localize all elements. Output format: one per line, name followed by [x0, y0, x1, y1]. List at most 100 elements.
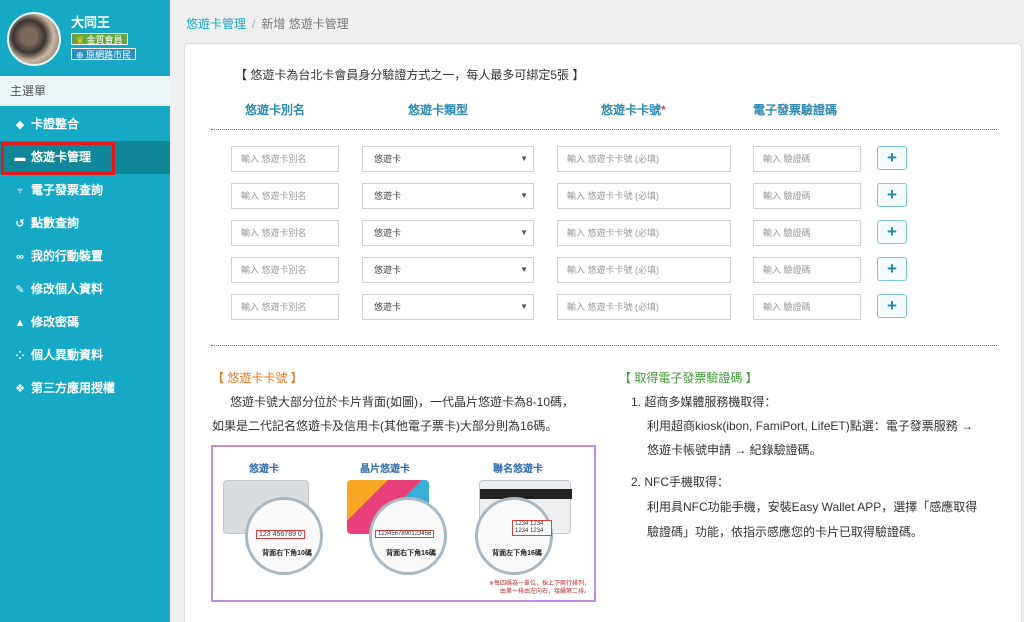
profile: 大同王 ♛ 金質會員 ⊕ 原網路市民	[0, 0, 170, 76]
sidebar-item-third-party[interactable]: ❖ 第三方應用授權	[0, 372, 170, 405]
alias-input[interactable]: 輸入 悠遊卡別名	[231, 294, 339, 320]
avatar[interactable]	[7, 12, 61, 66]
header-type: 悠遊卡類型	[408, 103, 469, 117]
card-number-input[interactable]: 輸入 悠遊卡卡號 (必填)	[557, 257, 731, 283]
add-row-button[interactable]: +	[877, 146, 907, 170]
chip-card-magnifier: 1234567890123456 背面右下角16碼	[369, 497, 447, 575]
divider-top	[211, 129, 997, 130]
card-row: 輸入 悠遊卡別名 悠遊卡 ▼ 輸入 悠遊卡卡號 (必填) 輸入 驗證碼 +	[185, 294, 1023, 320]
dropdown-arrow-icon: ▼	[520, 154, 528, 163]
sidebar-item-label: 點數查詢	[31, 216, 80, 230]
globe-icon: ⊕	[76, 50, 84, 60]
user-name: 大同王	[71, 15, 111, 30]
header-number: 悠遊卡卡號*	[601, 101, 666, 118]
easycard-magnifier: 123 456789 0 背面右下角10碼	[245, 497, 323, 575]
card-number-info-title: 【 悠遊卡卡號 】	[212, 371, 303, 385]
alias-input[interactable]: 輸入 悠遊卡別名	[231, 183, 339, 209]
invoice-code-input[interactable]: 輸入 驗證碼	[753, 294, 861, 320]
invoice-step2-line1: 利用具NFC功能手機，安裝Easy Wallet APP，選擇「感應取得	[647, 500, 978, 514]
invoice-code-input[interactable]: 輸入 驗證碼	[753, 220, 861, 246]
dropdown-arrow-icon: ▼	[520, 265, 528, 274]
chip-card-number: 1234567890123456	[375, 530, 435, 538]
divider-bottom	[211, 345, 997, 346]
link-icon: ∞	[16, 251, 24, 263]
membership-badge: ♛ 金質會員	[71, 33, 128, 45]
card-type-value: 悠遊卡	[374, 302, 402, 312]
card-type-select[interactable]: 悠遊卡 ▼	[362, 146, 534, 172]
card-type-value: 悠遊卡	[374, 265, 402, 275]
invoice-code-input[interactable]: 輸入 驗證碼	[753, 257, 861, 283]
form-panel: 【 悠遊卡為台北卡會員身分驗證方式之一，每人最多可綁定5張 】 悠遊卡別名 悠遊…	[184, 43, 1022, 622]
invoice-code-input[interactable]: 輸入 驗證碼	[753, 183, 861, 209]
card-number-input[interactable]: 輸入 悠遊卡卡號 (必填)	[557, 294, 731, 320]
sidebar-item-label: 電子發票查詢	[31, 183, 104, 197]
cobrand-card-caption: 背面左下角16碼	[492, 550, 542, 557]
card-type-select[interactable]: 悠遊卡 ▼	[362, 294, 534, 320]
illustration-title-cobrand-card: 聯名悠遊卡	[493, 464, 543, 475]
spinner-icon: ⁘	[15, 350, 25, 362]
alias-input[interactable]: 輸入 悠遊卡別名	[231, 220, 339, 246]
sidebar-item-edit-profile[interactable]: ✎ 修改個人資料	[0, 273, 170, 306]
card-type-select[interactable]: 悠遊卡 ▼	[362, 183, 534, 209]
sidebar: 大同王 ♛ 金質會員 ⊕ 原網路市民 主選單 ◆ 卡證整合 ▬ 悠遊卡管理 ♆ 電子發…	[0, 0, 170, 622]
alias-input[interactable]: 輸入 悠遊卡別名	[231, 257, 339, 283]
membership-badge-label: 金質會員	[86, 35, 123, 45]
sidebar-item-change-log[interactable]: ⁘ 個人異動資料	[0, 339, 170, 372]
sidebar-menu: ◆ 卡證整合 ▬ 悠遊卡管理 ♆ 電子發票查詢 ↺ 點數查詢 ∞ 我的行動裝置 ✎ 修改個人…	[0, 108, 170, 405]
card-number-input[interactable]: 輸入 悠遊卡卡號 (必填)	[557, 183, 731, 209]
dropdown-arrow-icon: ▼	[520, 191, 528, 200]
card-number-input[interactable]: 輸入 悠遊卡卡號 (必填)	[557, 220, 731, 246]
trophy-icon: ♆	[15, 185, 25, 197]
add-row-button[interactable]: +	[877, 220, 907, 244]
required-mark: *	[661, 103, 666, 117]
card-type-select[interactable]: 悠遊卡 ▼	[362, 257, 534, 283]
easycard-number: 123 456789 0	[256, 530, 305, 539]
easycard-caption: 背面右下角10碼	[262, 550, 312, 557]
card-number-info-line1: 悠遊卡號大部分位於卡片背面(如圖)，一代晶片悠遊卡為8-10碼，	[230, 395, 575, 409]
breadcrumb-separator: /	[252, 17, 256, 31]
card-number-input[interactable]: 輸入 悠遊卡卡號 (必填)	[557, 146, 731, 172]
cobrand-card-number: 1234 1234 1234 1234	[512, 520, 552, 536]
sidebar-item-easycard-management[interactable]: ▬ 悠遊卡管理	[0, 141, 170, 175]
invoice-step1-line1: 利用超商kiosk(ibon, FamiPort, LifeET)點選：電子發票…	[647, 419, 974, 433]
crown-icon: ♛	[76, 35, 85, 45]
add-row-button[interactable]: +	[877, 183, 907, 207]
illustration-title-chip-card: 晶片悠遊卡	[360, 464, 410, 475]
card-row: 輸入 悠遊卡別名 悠遊卡 ▼ 輸入 悠遊卡卡號 (必填) 輸入 驗證碼 +	[185, 146, 1023, 172]
magnetic-stripe	[480, 489, 572, 499]
illustration-footnote: ※每四碼為一單位，採上下兩行排列， 由第一排由左向右，接續第二排。	[489, 580, 590, 596]
add-row-button[interactable]: +	[877, 294, 907, 318]
sidebar-item-card-integration[interactable]: ◆ 卡證整合	[0, 108, 170, 141]
sidebar-item-points[interactable]: ↺ 點數查詢	[0, 207, 170, 240]
sidebar-item-mobile-devices[interactable]: ∞ 我的行動裝置	[0, 240, 170, 273]
card-number-info-line2: 如果是二代記名悠遊卡及信用卡(其他電子票卡)大部分則為16碼。	[212, 419, 558, 433]
dropdown-arrow-icon: ▼	[520, 302, 528, 311]
card-row: 輸入 悠遊卡別名 悠遊卡 ▼ 輸入 悠遊卡卡號 (必填) 輸入 驗證碼 +	[185, 220, 1023, 246]
header-invoice: 電子發票驗證碼	[753, 103, 838, 117]
invoice-step2-title: 2. NFC手機取得：	[631, 475, 730, 489]
sidebar-item-label: 個人異動資料	[31, 348, 104, 362]
sidebar-item-label: 修改個人資料	[31, 282, 104, 296]
card-type-select[interactable]: 悠遊卡 ▼	[362, 220, 534, 246]
breadcrumb-root[interactable]: 悠遊卡管理	[186, 17, 246, 31]
add-row-button[interactable]: +	[877, 257, 907, 281]
breadcrumb: 悠遊卡管理 / 新增 悠遊卡管理	[186, 15, 349, 32]
card-illustration: 悠遊卡 晶片悠遊卡 聯名悠遊卡 123 456789 0 背面右下角10碼 12…	[211, 445, 596, 602]
sidebar-item-label: 卡證整合	[31, 117, 80, 131]
invoice-code-input[interactable]: 輸入 驗證碼	[753, 146, 861, 172]
highlight-box	[1, 142, 115, 175]
sidebar-item-label: 修改密碼	[31, 315, 80, 329]
card-type-value: 悠遊卡	[374, 228, 402, 238]
binding-notice: 【 悠遊卡為台北卡會員身分驗證方式之一，每人最多可綁定5張 】	[235, 68, 585, 82]
city-badge: ⊕ 原網路市民	[71, 48, 137, 60]
alias-input[interactable]: 輸入 悠遊卡別名	[231, 146, 339, 172]
card-row: 輸入 悠遊卡別名 悠遊卡 ▼ 輸入 悠遊卡卡號 (必填) 輸入 驗證碼 +	[185, 183, 1023, 209]
footnote-line1: ※每四碼為一單位，採上下兩行排列，	[488, 581, 590, 587]
chip-card-caption: 背面右下角16碼	[386, 550, 436, 557]
sidebar-item-change-password[interactable]: ▲ 修改密碼	[0, 306, 170, 339]
dropdown-arrow-icon: ▼	[520, 228, 528, 237]
tag-icon: ◆	[15, 119, 25, 131]
invoice-step1-line2: 悠遊卡帳號申請 → 紀錄驗證碼。	[647, 443, 822, 457]
sidebar-item-e-invoice[interactable]: ♆ 電子發票查詢	[0, 174, 170, 207]
sidebar-item-label: 我的行動裝置	[31, 249, 104, 263]
